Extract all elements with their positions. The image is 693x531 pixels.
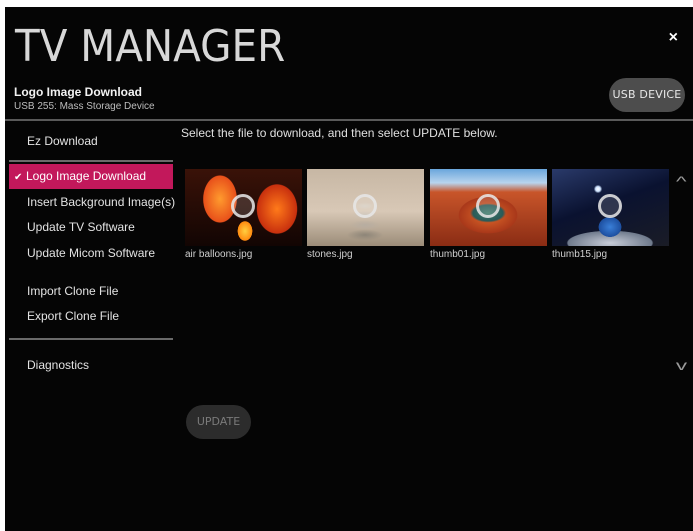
file-name: thumb15.jpg [552,249,608,260]
chevron-up-icon[interactable]: ^ [676,173,687,189]
app-title: TV MANAGER [15,21,286,72]
select-ring-icon [598,194,622,218]
usb-device-button[interactable]: USB DEVICE [609,78,685,112]
file-name: air balloons.jpg [185,249,253,260]
sidebar-item-ez-download[interactable]: Ez Download [9,129,173,154]
header-divider [5,119,693,121]
sidebar-item-diagnostics[interactable]: Diagnostics [9,353,173,378]
file-thumbnail-stones[interactable] [307,169,424,246]
file-thumbnail-thumb15[interactable] [552,169,669,246]
instruction-text: Select the file to download, and then se… [181,126,498,140]
check-icon: ✔ [14,172,23,183]
file-name: stones.jpg [307,249,353,260]
chevron-down-icon[interactable]: v [676,357,687,373]
select-ring-icon [231,194,255,218]
tv-manager-screen: TV MANAGER × Logo Image Download USB 255… [5,7,693,531]
sidebar-item-label: Logo Image Download [26,169,147,183]
close-icon[interactable]: × [669,29,678,47]
sidebar-item-export-clone-file[interactable]: Export Clone File [9,304,173,329]
file-name: thumb01.jpg [430,249,486,260]
sidebar-item-logo-image-download[interactable]: ✔ Logo Image Download [9,164,173,189]
sidebar-item-insert-background[interactable]: Insert Background Image(s) [9,190,175,215]
file-thumbnail-air-balloons[interactable] [185,169,302,246]
select-ring-icon [353,194,377,218]
select-ring-icon [476,194,500,218]
page-name: Logo Image Download [14,85,142,99]
sidebar-item-update-micom-software[interactable]: Update Micom Software [9,241,173,266]
sidebar-divider [9,338,173,340]
sidebar-item-import-clone-file[interactable]: Import Clone File [9,279,173,304]
sidebar-divider [9,160,173,162]
file-thumbnail-thumb01[interactable] [430,169,547,246]
sidebar-item-update-tv-software[interactable]: Update TV Software [9,215,173,240]
device-label: USB 255: Mass Storage Device [14,101,155,112]
update-button[interactable]: UPDATE [186,405,251,439]
